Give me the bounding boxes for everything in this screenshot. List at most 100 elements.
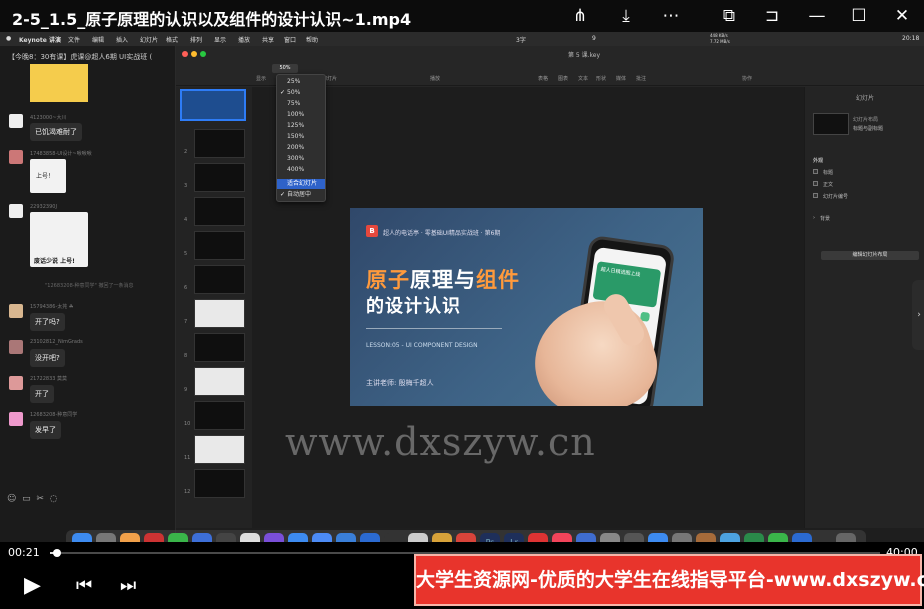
app-icon[interactable] xyxy=(720,533,740,542)
zoom-option[interactable]: 150% xyxy=(277,132,325,142)
toolbar-collaborate[interactable]: 协作 xyxy=(742,75,752,82)
slide-thumbnail[interactable] xyxy=(194,435,245,464)
menu-play[interactable]: 播放 xyxy=(238,35,250,44)
menu-file[interactable]: 文件 xyxy=(68,35,80,44)
app-icon[interactable] xyxy=(696,533,716,542)
menu-insert[interactable]: 插入 xyxy=(116,35,128,44)
zoom-option-selected[interactable]: ✓ 50% xyxy=(277,88,325,98)
zoom-option[interactable]: 400% xyxy=(277,165,325,175)
menu-help[interactable]: 帮助 xyxy=(306,35,318,44)
progress-handle[interactable] xyxy=(53,549,62,557)
close-icon[interactable]: ✕ xyxy=(890,4,914,28)
app-icon[interactable] xyxy=(792,533,812,542)
menu-edit[interactable]: 编辑 xyxy=(92,35,104,44)
pip-icon[interactable]: ⧉ xyxy=(717,4,741,28)
zoom-window-button[interactable] xyxy=(200,51,206,57)
zoom-option[interactable]: 75% xyxy=(277,99,325,109)
checkbox-title[interactable] xyxy=(813,169,818,174)
checkbox-slide-number[interactable] xyxy=(813,193,818,198)
folder-icon[interactable]: ▭ xyxy=(22,494,31,504)
settings-icon[interactable] xyxy=(672,533,692,542)
scissors-icon[interactable]: ✂ xyxy=(36,494,44,504)
menu-format[interactable]: 格式 xyxy=(166,35,178,44)
slide-thumbnail[interactable] xyxy=(194,401,245,430)
pin-icon[interactable]: ⊐ xyxy=(760,4,784,28)
zoom-option[interactable]: 25% xyxy=(277,77,325,87)
finder-icon[interactable] xyxy=(72,533,92,542)
minimize-icon[interactable]: — xyxy=(805,4,829,28)
slide-thumbnail[interactable] xyxy=(194,231,245,260)
more-icon[interactable]: ⋯ xyxy=(659,4,683,28)
toolbar-view[interactable]: 显示 xyxy=(256,75,266,82)
menu-app[interactable]: Keynote 讲演 xyxy=(19,35,61,44)
slide-thumbnail[interactable] xyxy=(194,367,245,396)
app-icon[interactable] xyxy=(768,533,788,542)
app-store-icon[interactable] xyxy=(648,533,668,542)
menu-arrange[interactable]: 排列 xyxy=(190,35,202,44)
layout-thumbnail[interactable] xyxy=(813,113,849,135)
background-heading[interactable]: 背景 xyxy=(820,215,830,222)
zoom-button[interactable]: 50% xyxy=(272,64,298,73)
menubar-ime[interactable]: 3字 xyxy=(516,35,526,44)
toolbar-shape[interactable]: 形状 xyxy=(596,75,606,82)
side-panel-toggle[interactable]: › xyxy=(912,280,924,350)
slide-thumbnail[interactable] xyxy=(194,163,245,192)
app-icon[interactable] xyxy=(408,533,428,542)
toolbar-text[interactable]: 文本 xyxy=(578,75,588,82)
slide-thumbnail[interactable] xyxy=(194,299,245,328)
app-icon[interactable] xyxy=(360,533,380,542)
app-icon[interactable] xyxy=(432,533,452,542)
notion-icon[interactable] xyxy=(240,533,260,542)
toolbar-table[interactable]: 表格 xyxy=(538,75,548,82)
app-icon[interactable] xyxy=(288,533,308,542)
slide-thumbnail[interactable] xyxy=(194,265,245,294)
chevron-right-icon[interactable]: › xyxy=(813,215,815,221)
apple-icon[interactable]: ● xyxy=(6,35,11,42)
download-icon[interactable]: ⤓ xyxy=(614,4,638,28)
menu-slide[interactable]: 幻灯片 xyxy=(140,35,158,44)
app-icon[interactable] xyxy=(192,533,212,542)
app-icon[interactable] xyxy=(456,533,476,542)
toolbar-comment[interactable]: 批注 xyxy=(636,75,646,82)
zoom-option[interactable]: 100% xyxy=(277,110,325,120)
app-icon[interactable] xyxy=(744,533,764,542)
launchpad-icon[interactable] xyxy=(96,533,116,542)
slide-thumbnail[interactable] xyxy=(194,469,245,498)
app-icon[interactable] xyxy=(216,533,236,542)
close-window-button[interactable] xyxy=(182,51,188,57)
fit-slide-option[interactable]: 适合幻灯片 xyxy=(277,179,325,189)
minimize-window-button[interactable] xyxy=(191,51,197,57)
toolbar-media[interactable]: 媒体 xyxy=(616,75,626,82)
app-icon[interactable] xyxy=(144,533,164,542)
app-icon[interactable] xyxy=(600,533,620,542)
app-icon[interactable] xyxy=(264,533,284,542)
zoom-option[interactable]: 125% xyxy=(277,121,325,131)
toolbar-chart[interactable]: 图表 xyxy=(558,75,568,82)
app-icon[interactable] xyxy=(576,533,596,542)
menu-window[interactable]: 窗口 xyxy=(284,35,296,44)
music-icon[interactable] xyxy=(552,533,572,542)
slide-thumbnail[interactable] xyxy=(194,197,245,226)
zoom-option[interactable]: 200% xyxy=(277,143,325,153)
layout-value[interactable]: 标题与副标题 xyxy=(853,125,883,132)
next-icon[interactable]: ⏭ xyxy=(120,574,136,598)
app-icon[interactable] xyxy=(336,533,356,542)
photoshop-icon[interactable]: Ps xyxy=(480,533,500,542)
wechat-icon[interactable] xyxy=(168,533,188,542)
trash-icon[interactable] xyxy=(836,533,856,542)
figma-icon[interactable] xyxy=(384,533,404,542)
photos-icon[interactable] xyxy=(120,533,140,542)
slide[interactable]: B 超人的电话亭 · 零基础UI精品实战班 · 第6期 原子原理与组件 的设计认… xyxy=(350,208,703,406)
app-icon[interactable] xyxy=(624,533,644,542)
emoji-icon[interactable]: ☺ xyxy=(7,494,16,504)
menu-view[interactable]: 显示 xyxy=(214,35,226,44)
edit-layout-button[interactable]: 编辑幻灯片布局 xyxy=(821,251,919,260)
menu-share[interactable]: 共享 xyxy=(262,35,274,44)
toolbar-play[interactable]: 播放 xyxy=(430,75,440,82)
checkbox-body[interactable] xyxy=(813,181,818,186)
chat-bubble-icon[interactable]: ◌ xyxy=(50,494,58,504)
auto-center-option[interactable]: ✓ 自动居中 xyxy=(277,190,325,200)
maximize-icon[interactable]: ☐ xyxy=(847,4,871,28)
promo-banner[interactable]: 大学生资源网-优质的大学生在线指导平台-www.dxszyw.cn xyxy=(414,554,924,606)
slide-thumbnail[interactable] xyxy=(180,89,246,121)
